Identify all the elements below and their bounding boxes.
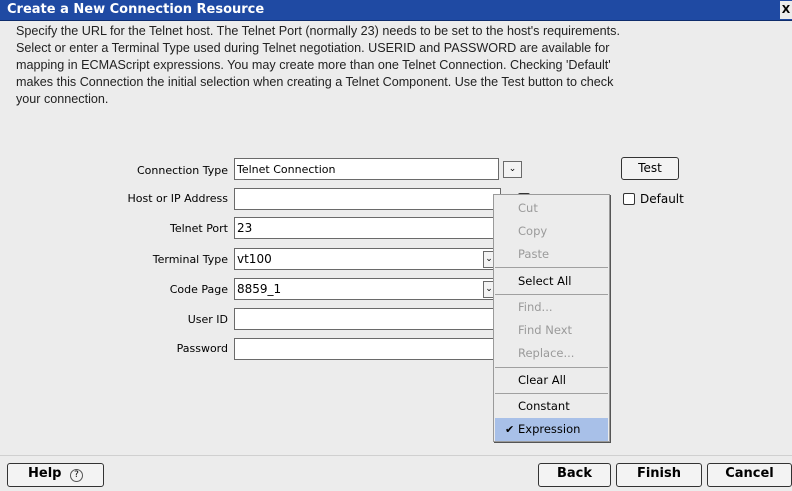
menu-item-find-next[interactable]: Find Next [495,319,608,342]
context-menu: Cut Copy Paste Select All Find... Find N… [493,194,610,442]
user-id-input[interactable] [234,308,501,330]
description-text: Specify the URL for the Telnet host. The… [16,24,620,106]
connection-type-dropdown-icon[interactable]: ⌄ [503,161,522,178]
cancel-button[interactable]: Cancel [707,463,792,487]
menu-separator [495,267,608,268]
menu-item-clear-all[interactable]: Clear All [495,369,608,392]
close-icon[interactable]: X [780,1,792,19]
code-page-label: Code Page [169,283,228,296]
telnet-port-label: Telnet Port [169,222,228,235]
terminal-type-combo[interactable]: vt100 [234,248,501,270]
menu-item-cut[interactable]: Cut [495,197,608,220]
terminal-type-label: Terminal Type [152,253,228,266]
window-title: Create a New Connection Resource [7,2,265,17]
password-input[interactable] [234,338,501,360]
default-checkbox[interactable] [623,193,635,205]
finish-button[interactable]: Finish [616,463,702,487]
title-bar: Create a New Connection Resource X [0,0,792,21]
connection-type-value: Telnet Connection [237,163,336,176]
menu-item-find[interactable]: Find... [495,296,608,319]
menu-item-expression-label: Expression [518,422,581,436]
footer-divider [0,455,792,456]
menu-separator [495,367,608,368]
telnet-port-input[interactable]: 23 [234,217,501,239]
menu-item-expression[interactable]: ✔ Expression [495,418,608,441]
host-input[interactable] [234,188,501,210]
connection-type-label: Connection Type [136,164,228,177]
help-button-label: Help [28,466,62,481]
help-button[interactable]: Help ? [7,463,104,487]
menu-separator [495,393,608,394]
menu-item-select-all[interactable]: Select All [495,270,608,293]
connection-type-select[interactable]: Telnet Connection [234,158,499,180]
help-icon: ? [70,469,83,482]
test-button[interactable]: Test [621,157,679,180]
code-page-value: 8859_1 [237,282,282,296]
menu-item-copy[interactable]: Copy [495,220,608,243]
code-page-combo[interactable]: 8859_1 [234,278,501,300]
menu-separator [495,294,608,295]
user-id-label: User ID [187,313,228,326]
back-button[interactable]: Back [538,463,611,487]
menu-item-constant[interactable]: Constant [495,395,608,418]
password-label: Password [176,342,228,355]
checkmark-icon: ✔ [505,423,515,436]
terminal-type-value: vt100 [237,252,272,266]
menu-item-paste[interactable]: Paste [495,243,608,266]
menu-item-replace[interactable]: Replace... [495,342,608,365]
host-label: Host or IP Address [127,192,228,205]
default-label: Default [640,192,684,206]
